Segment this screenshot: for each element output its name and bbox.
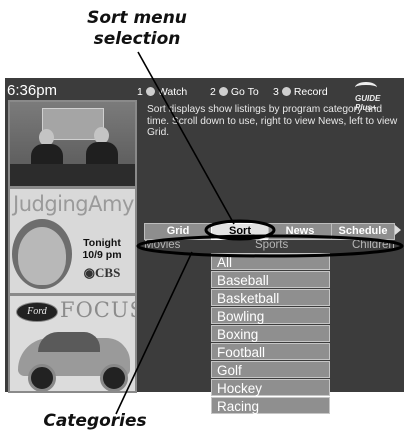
- sort-caption-line2: selection: [93, 29, 181, 49]
- show-promo-ad[interactable]: JudgingAmy Tonight 10/9 pm ◉CBS: [8, 187, 137, 295]
- airing-info: Tonight 10/9 pm: [72, 237, 132, 261]
- categories-caption: Categories: [43, 411, 147, 431]
- quick-key-goto[interactable]: 2 Go To: [210, 86, 259, 98]
- ford-logo: Ford: [16, 302, 58, 322]
- category-item-racing[interactable]: Racing: [211, 397, 330, 414]
- category-item-golf[interactable]: Golf: [211, 361, 330, 378]
- category-item-hockey[interactable]: Hockey: [211, 379, 330, 396]
- category-bar-sports[interactable]: Sports: [255, 238, 288, 252]
- quick-key-label: Go To: [230, 86, 259, 98]
- quick-key-number: 3: [273, 86, 279, 98]
- button-dot-icon: [281, 87, 291, 96]
- car-model-name: FOCUS: [60, 298, 137, 322]
- live-tv-thumbnail[interactable]: [8, 100, 137, 188]
- news-desk: [10, 164, 135, 186]
- guide-plus-logo: GUIDE Plus+: [355, 82, 403, 112]
- airing-time: 10/9 pm: [82, 249, 122, 261]
- show-title: JudgingAmy: [13, 192, 134, 216]
- car-window: [38, 332, 100, 352]
- sort-caption-line1: Sort menu: [87, 8, 187, 28]
- car-wheel: [28, 364, 56, 391]
- button-dot-icon: [145, 87, 155, 96]
- network-logo: ◉CBS: [83, 265, 121, 280]
- category-item-baseball[interactable]: Baseball: [211, 271, 330, 288]
- category-bar-children[interactable]: Children: [352, 238, 395, 252]
- sort-menu-caption: Sort menu selection: [72, 8, 202, 50]
- car-promo-ad[interactable]: Ford FOCUS: [8, 294, 137, 393]
- scroll-right-arrow-icon[interactable]: [395, 225, 401, 235]
- quick-key-number: 1: [137, 86, 143, 98]
- airing-tonight: Tonight: [83, 237, 121, 249]
- quick-key-number: 2: [210, 86, 216, 98]
- category-item-bowling[interactable]: Bowling: [211, 307, 330, 324]
- button-dot-icon: [218, 87, 228, 96]
- category-bar: Movies Sports Children: [142, 238, 404, 252]
- quick-key-watch[interactable]: 1 Watch: [137, 86, 187, 98]
- category-bar-movies[interactable]: Movies: [144, 238, 180, 252]
- car-wheel: [100, 364, 128, 391]
- help-description: Sort displays show listings by program c…: [147, 104, 398, 138]
- category-item-boxing[interactable]: Boxing: [211, 325, 330, 342]
- tv-guide-screen: 6:36pm 1 Watch 2 Go To 3 Record GUIDE Plus+…: [5, 78, 404, 414]
- category-item-all[interactable]: All: [211, 253, 330, 270]
- category-item-basketball[interactable]: Basketball: [211, 289, 330, 306]
- quick-key-label: Record: [293, 86, 328, 98]
- logo-swoosh-icon: [355, 82, 377, 93]
- clock: 6:36pm: [7, 82, 58, 99]
- actress-face: [18, 227, 66, 285]
- quick-key-record[interactable]: 3 Record: [273, 86, 328, 98]
- quick-key-label: Watch: [157, 86, 188, 98]
- category-item-football[interactable]: Football: [211, 343, 330, 360]
